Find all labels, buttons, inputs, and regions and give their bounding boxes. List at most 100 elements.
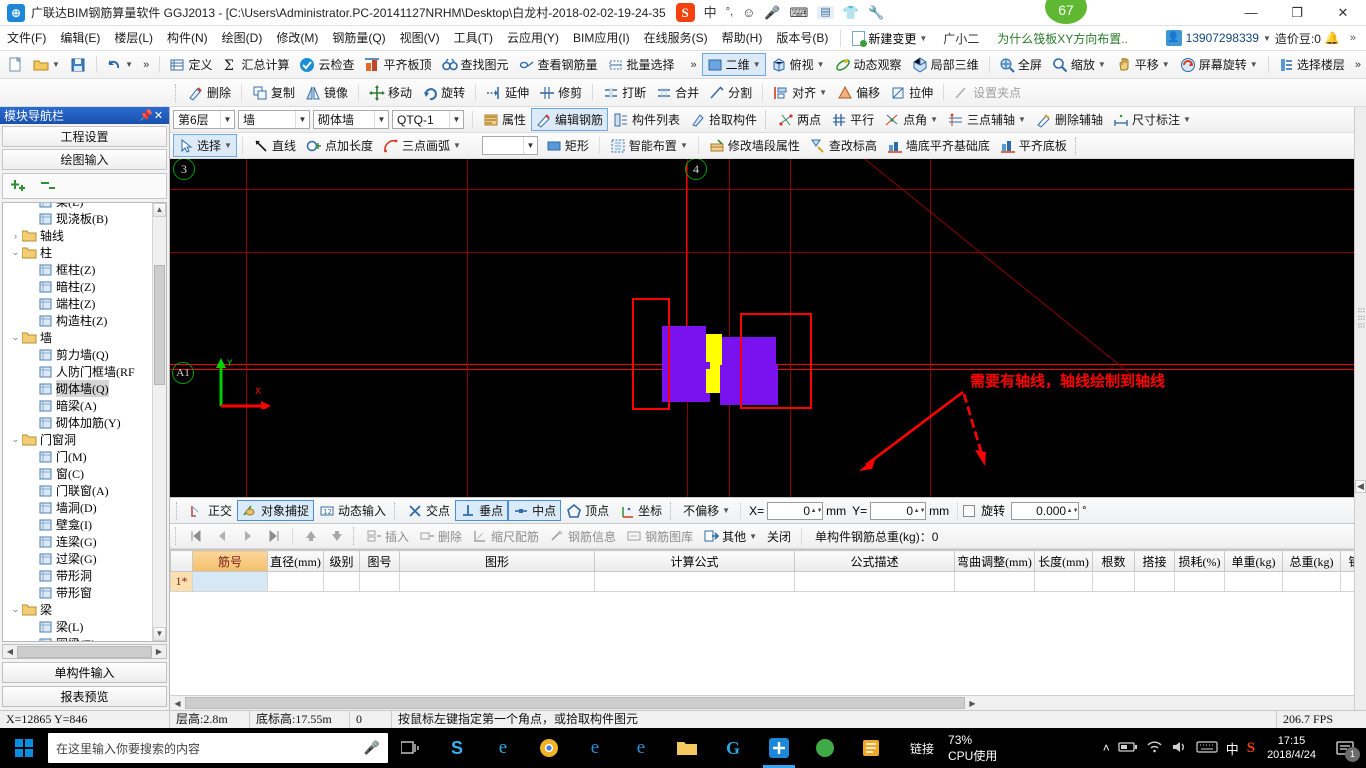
move-up-button[interactable] [298,525,324,548]
bell-icon[interactable]: 🔔 [1325,31,1340,45]
chevron-right-icon[interactable]: › [9,231,22,241]
vertex-snap-toggle[interactable]: 顶点 [561,500,614,521]
x-offset-input[interactable]: 0 ▲▼ [767,501,824,520]
hscroll-left-icon[interactable]: ◀ [3,647,17,656]
screen-rotate-chevron-down-icon[interactable]: ▼ [1250,60,1258,69]
scale-rebar-button[interactable]: 缩尺配筋 [467,525,544,548]
mirror-button[interactable]: 镜像 [300,81,353,104]
notes-app-icon[interactable] [848,728,894,768]
component-tree[interactable]: 梁(L) 现浇板(B) › 轴线 ⌄ 柱框柱(Z) 暗柱(Z) 端柱(Z) 构造柱(Z) ⌄ 墙剪力… [2,202,167,642]
tree-item-15[interactable]: 门(M) [3,448,152,465]
menu-item-member[interactable]: 构件(N) [160,28,215,48]
axis-label-3[interactable]: 3 [173,159,195,180]
rebar-table[interactable]: 筋号 直径(mm) 级别 图号 图形 计算公式 公式描述 弯曲调整(mm) 长度(mm) 根数 搭接… [170,550,1354,592]
tree-item-7[interactable]: 构造柱(Z) [3,312,152,329]
ie-icon[interactable]: e [572,728,618,768]
perpendicular-snap-toggle[interactable]: 垂点 [455,500,509,521]
menu-item-view[interactable]: 视图(V) [393,28,447,48]
rotate-button[interactable]: 旋转 [417,81,470,104]
remove-minus-icon[interactable] [41,178,61,195]
cell-0-10[interactable] [1134,571,1175,592]
ime-chinese-icon[interactable]: 中 [704,6,717,19]
dimension-chevron-down-icon[interactable]: ▼ [1183,115,1191,124]
modify-toolbar-gripper[interactable] [175,83,180,102]
select-floor-button[interactable]: 选择楼层 [1273,53,1350,76]
parallel-button[interactable]: 平行 [826,108,879,131]
copy-button[interactable]: 复制 [247,81,300,104]
undo-chevron-down-icon[interactable]: ▼ [125,60,133,69]
tree-item-3[interactable]: ⌄ 柱 [3,244,152,261]
rebar-edit-panel[interactable]: 插入 删除 缩尺配筋 钢筋信息 钢筋图库 其他 ▼ 关闭 单构件钢筋总重(kg)：… [170,524,1354,710]
column-header-13[interactable]: 总重(kg) [1282,550,1341,572]
trim-button[interactable]: 修剪 [534,81,587,104]
rebar-hscroll-right-icon[interactable]: ▶ [965,699,980,708]
x-offset-spinner[interactable]: ▲▼ [811,504,823,519]
member-combo-chevron-down-icon[interactable]: ▼ [449,111,463,128]
orbit-button[interactable]: 动态观察 [830,53,907,76]
tab-drawing-input[interactable]: 绘图输入 [2,149,167,170]
top-view-button[interactable]: 俯视 ▼ [766,53,830,76]
tree-item-12[interactable]: 暗梁(A) [3,397,152,414]
tree-item-1[interactable]: 现浇板(B) [3,210,152,227]
tree-scrollbar[interactable]: ▲ ▼ [152,203,166,641]
maximize-button[interactable]: ❐ [1274,0,1320,26]
rebar-grid[interactable]: 筋号 直径(mm) 级别 图号 图形 计算公式 公式描述 弯曲调整(mm) 长度(mm) 根数 搭接… [170,549,1354,710]
pick-member-button[interactable]: 拾取构件 [685,108,762,131]
other-chevron-down-icon[interactable]: ▼ [749,532,757,541]
tree-item-11[interactable]: 砌体墙(Q) [3,380,152,397]
tree-item-21[interactable]: 过梁(G) [3,550,152,567]
minimize-button[interactable]: — [1228,0,1274,26]
type-combo-chevron-down-icon[interactable]: ▼ [374,111,388,128]
glodon-app-icon[interactable] [756,728,802,768]
cloud-check-button[interactable]: 云检查 [294,53,359,76]
ime-toolbar[interactable]: S 中 °, ☺ 🎤 ⌨ ▤ 👕 🔧 [675,3,884,22]
cell-0-0[interactable] [192,571,268,592]
pan-chevron-down-icon[interactable]: ▼ [1162,60,1170,69]
category-combo[interactable]: 墙 ▼ [238,110,310,129]
axis-label-a1[interactable]: A1 [172,362,194,384]
other-button[interactable]: 其他 ▼ [698,525,762,548]
scroll-thumb[interactable] [154,265,165,385]
sogou-icon[interactable]: S [675,3,695,22]
cell-0-12[interactable] [1224,571,1283,592]
main-toolbar[interactable]: ▼ ▼ » 定义 Σ 汇总计算 云检查 平齐板顶 查找图元 查看钢筋量 批量选择 … [0,51,1366,79]
column-header-3[interactable]: 图号 [359,550,400,572]
row-number-cell[interactable]: 1* [170,571,193,592]
search-input[interactable]: 在这里输入你要搜索的内容 🎤 [48,733,388,763]
type-combo[interactable]: 砌体墙 ▼ [313,110,389,129]
notification-center-icon[interactable]: 1 [1328,728,1362,768]
new-change-button[interactable]: 新建变更 ▼ [846,30,933,47]
sogou-app-icon[interactable]: S [434,728,480,768]
windows-taskbar[interactable]: 在这里输入你要搜索的内容 🎤 S e e e G 链接 73% CPU使用 ˄ … [0,728,1366,768]
column-header-11[interactable]: 损耗(%) [1174,550,1225,572]
smart-layout-chevron-down-icon[interactable]: ▼ [680,141,688,150]
floor-combo[interactable]: 第6层 ▼ [173,110,235,129]
intersection-snap-toggle[interactable]: 交点 [402,500,455,521]
floor-combo-chevron-down-icon[interactable]: ▼ [220,111,234,128]
column-header-0[interactable]: 筋号 [192,550,268,572]
tree-item-0[interactable]: 梁(L) [3,203,152,210]
tree-item-18[interactable]: 墙洞(D) [3,499,152,516]
set-grip-button[interactable]: 设置夹点 [949,81,1026,104]
three-point-axis-chevron-down-icon[interactable]: ▼ [1018,115,1026,124]
select-tool-button[interactable]: 选择 ▼ [173,134,237,157]
pan-button[interactable]: 平移 ▼ [1111,53,1175,76]
offset-button[interactable]: 偏移 [832,81,885,104]
tree-item-10[interactable]: 人防门框墙(RF [3,363,152,380]
tools-icon[interactable]: 🔧 [868,6,884,19]
cell-0-8[interactable] [1034,571,1093,592]
column-header-10[interactable]: 搭接 [1134,550,1175,572]
three-point-axis-button[interactable]: 三点辅轴 ▼ [943,108,1031,131]
canvas-content[interactable]: 需要有轴线，轴线绘制到轴线 3 4 A1 Y X [170,159,1354,497]
ie2-icon[interactable]: e [618,728,664,768]
delete-axis-button[interactable]: 删除辅轴 [1031,108,1108,131]
dynamic-input-toggle[interactable]: 12 动态输入 [314,500,391,521]
move-button[interactable]: 移动 [364,81,417,104]
y-offset-spinner[interactable]: ▲▼ [914,504,926,519]
cell-0-2[interactable] [323,571,360,592]
snap-toolbar[interactable]: 正交 对象捕捉 12 动态输入 交点 垂点 中点 顶点 坐标 不偏移 ▼ X= 0 ▲… [170,497,1354,524]
battery-icon[interactable] [1118,741,1138,756]
smart-layout-button[interactable]: 智能布置 ▼ [605,134,693,157]
point-angle-button[interactable]: 点角 ▼ [879,108,943,131]
tree-item-24[interactable]: ⌄ 梁 [3,601,152,618]
